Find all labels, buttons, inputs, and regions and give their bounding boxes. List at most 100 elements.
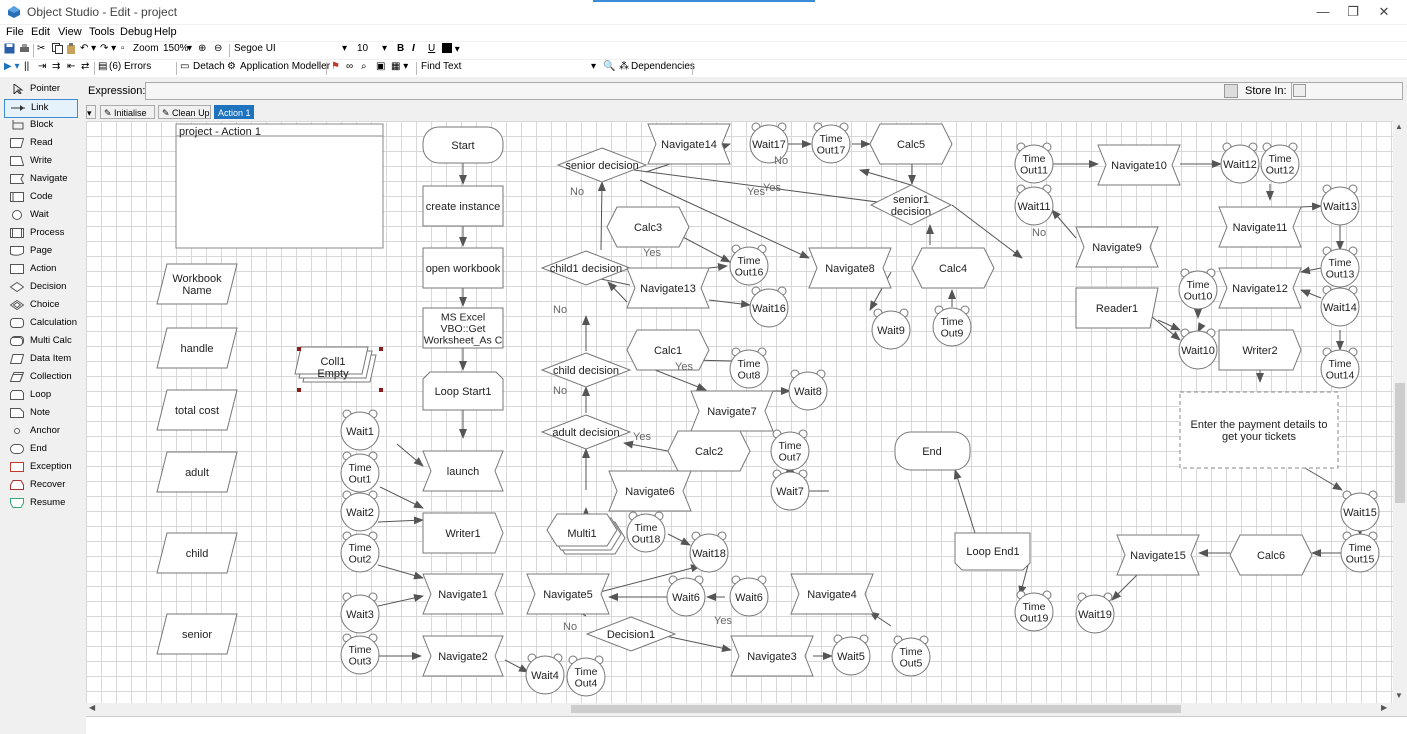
expression-builder-icon[interactable] — [1224, 84, 1238, 98]
palette-loop[interactable]: Loop — [4, 387, 76, 404]
tab-clean-up[interactable]: ✎ Clean Up — [158, 105, 211, 119]
scroll-up-icon[interactable]: ▲ — [1395, 122, 1403, 131]
application-modeller-button[interactable]: Application Modeller — [240, 61, 330, 72]
cut-icon[interactable]: ✂ — [37, 43, 45, 54]
block-area[interactable] — [175, 123, 384, 249]
flow-link[interactable] — [379, 486, 424, 509]
link-icon[interactable]: ∞ — [346, 61, 353, 72]
detach-button[interactable]: Detach — [193, 61, 225, 72]
flow-link[interactable] — [660, 634, 732, 653]
refresh-icon[interactable]: ⇄ — [81, 61, 89, 72]
palette-action[interactable]: Action — [4, 261, 76, 278]
menu-debug[interactable]: Debug — [120, 26, 152, 38]
flow-link[interactable] — [396, 443, 424, 467]
font-select[interactable]: Segoe UI — [234, 43, 276, 54]
palette-link[interactable]: Link — [4, 99, 78, 118]
zoom-out-icon[interactable]: ⊖ — [214, 43, 222, 54]
scroll-down-icon[interactable]: ▼ — [1395, 691, 1403, 700]
palette-calculation[interactable]: Calculation — [4, 315, 77, 332]
palette-navigate[interactable]: Navigate — [4, 171, 76, 188]
zoom-select[interactable]: 150% — [163, 43, 189, 54]
flow-link[interactable] — [708, 263, 728, 271]
validate-icon[interactable]: ⌕ — [361, 61, 367, 72]
selection-handle[interactable] — [297, 347, 301, 351]
vertical-scrollbar[interactable]: ▲ ▼ — [1393, 121, 1407, 703]
palette-decision[interactable]: Decision — [4, 279, 76, 296]
palette-process[interactable]: Process — [4, 225, 76, 242]
minimize-button[interactable]: — — [1309, 3, 1337, 21]
selection-handle[interactable] — [379, 347, 383, 351]
palette-block[interactable]: Block — [4, 117, 76, 134]
flow-link[interactable] — [607, 281, 628, 303]
palette-anchor[interactable]: Anchor — [4, 423, 76, 440]
font-size-dropdown-icon[interactable]: ▾ — [382, 43, 387, 54]
horizontal-scrollbar[interactable]: ◀ ▶ — [86, 703, 1393, 715]
scroll-left-icon[interactable]: ◀ — [89, 703, 95, 712]
process-diagram[interactable]: project - Action 1Workbook Namehandletota… — [86, 121, 1393, 703]
step-out-icon[interactable]: ⇤ — [67, 61, 75, 72]
flow-link[interactable] — [1300, 289, 1322, 299]
menu-view[interactable]: View — [58, 26, 82, 38]
menu-file[interactable]: File — [6, 26, 24, 38]
flow-link[interactable] — [1300, 266, 1322, 275]
flow-link[interactable] — [597, 181, 606, 251]
grid-icon[interactable]: ▦ ▾ — [391, 61, 408, 72]
palette-resume[interactable]: Resume — [4, 495, 76, 512]
palette-note[interactable]: Note — [4, 405, 76, 422]
palette-end[interactable]: End — [4, 441, 76, 458]
dependencies-button[interactable]: Dependencies — [631, 61, 695, 72]
find-text-input[interactable] — [465, 61, 595, 75]
font-color-icon[interactable]: ▾ — [442, 43, 460, 55]
scroll-right-icon[interactable]: ▶ — [1381, 703, 1387, 712]
diagram-canvas[interactable]: project - Action 1 Workbook Name handle tota… — [86, 121, 1393, 703]
tab-action-1[interactable]: Action 1 — [214, 105, 254, 119]
print-icon[interactable] — [19, 43, 30, 55]
zoom-in-icon[interactable]: ⊕ — [198, 43, 206, 54]
menu-edit[interactable]: Edit — [31, 26, 50, 38]
palette-wait[interactable]: Wait — [4, 207, 76, 224]
palette-page[interactable]: Page — [4, 243, 76, 260]
redo-icon[interactable]: ↷ ▾ — [100, 43, 116, 54]
vertical-scroll-thumb[interactable] — [1395, 383, 1405, 503]
palette-collection[interactable]: Collection — [4, 369, 76, 386]
selection-handle[interactable] — [297, 388, 301, 392]
layout-icon[interactable]: ▣ — [376, 61, 385, 72]
palette-multi-calc[interactable]: Multi Calc — [4, 333, 76, 350]
store-in-input[interactable] — [1291, 82, 1403, 100]
palette-recover[interactable]: Recover — [4, 477, 76, 494]
flow-link[interactable] — [377, 516, 424, 525]
palette-code[interactable]: Code — [4, 189, 76, 206]
flow-link[interactable] — [859, 168, 912, 186]
flow-link[interactable] — [623, 440, 669, 452]
errors-button[interactable]: (6) Errors — [109, 61, 151, 72]
flow-link[interactable] — [667, 533, 691, 546]
font-dropdown-icon[interactable]: ▾ — [342, 43, 347, 54]
palette-pointer[interactable]: Pointer — [4, 81, 76, 98]
font-size-select[interactable]: 10 — [357, 43, 368, 54]
close-button[interactable]: ✕ — [1370, 3, 1398, 21]
flow-link[interactable] — [953, 469, 976, 534]
selection-handle[interactable] — [379, 388, 383, 392]
run-icon[interactable]: ▶ ▾ — [4, 61, 20, 72]
bold-button[interactable]: B — [397, 43, 404, 54]
flow-link[interactable] — [1300, 202, 1322, 211]
save-icon[interactable] — [4, 43, 15, 55]
tab-initialise[interactable]: ✎ Initialise — [100, 105, 155, 119]
flow-link[interactable] — [1111, 574, 1138, 601]
expression-input[interactable] — [145, 82, 1307, 100]
step-over-icon[interactable]: ⇉ — [52, 61, 60, 72]
paste-icon[interactable] — [66, 43, 77, 55]
flow-link[interactable] — [504, 659, 529, 673]
tab-menu-icon[interactable]: ▾ — [86, 105, 96, 119]
menu-help[interactable]: Help — [154, 26, 177, 38]
flow-link[interactable] — [1051, 209, 1077, 239]
breakpoint-icon[interactable]: ⚑ — [331, 61, 340, 72]
find-dropdown-icon[interactable]: ▾ — [591, 61, 596, 72]
binoculars-icon[interactable]: 🔍 — [603, 61, 615, 72]
palette-choice[interactable]: Choice — [4, 297, 76, 314]
flow-link[interactable] — [708, 299, 751, 308]
undo-icon[interactable]: ↶ ▾ — [80, 43, 96, 54]
store-in-icon[interactable] — [1293, 84, 1306, 97]
italic-button[interactable]: I — [412, 43, 415, 54]
maximize-button[interactable]: ❐ — [1339, 3, 1367, 21]
